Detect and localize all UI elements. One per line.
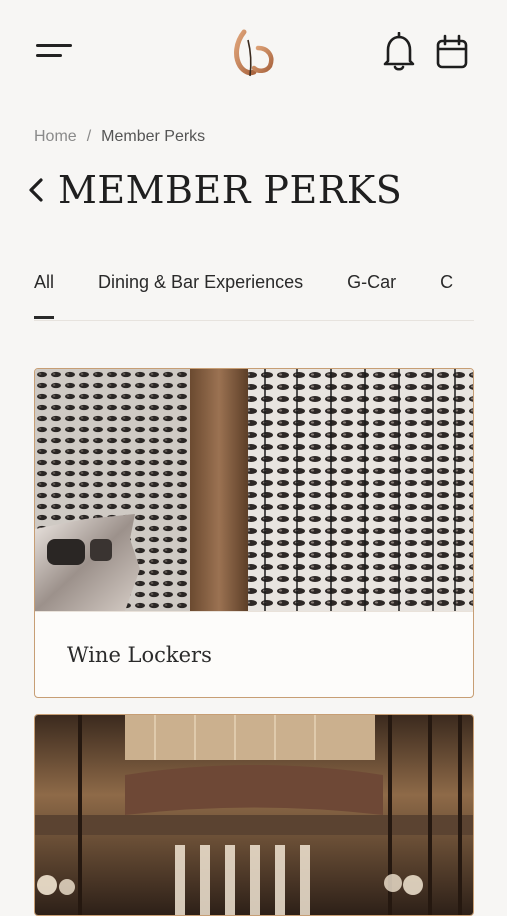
category-tabs: All Dining & Bar Experiences G-Car C bbox=[34, 258, 474, 321]
tab-next[interactable]: C bbox=[440, 258, 453, 316]
brand-logo-icon[interactable] bbox=[228, 26, 278, 80]
bell-icon[interactable] bbox=[382, 32, 416, 72]
wine-lockers-image bbox=[35, 369, 473, 611]
breadcrumb-separator: / bbox=[86, 128, 92, 145]
card-title: Wine Lockers bbox=[67, 643, 212, 667]
card-label: Wine Lockers bbox=[35, 611, 473, 697]
breadcrumb-current: Member Perks bbox=[101, 128, 206, 145]
page-title: MEMBER PERKS bbox=[58, 168, 403, 212]
chevron-left-icon[interactable] bbox=[26, 175, 48, 205]
breadcrumb: Home / Member Perks bbox=[34, 128, 205, 146]
tab-all[interactable]: All bbox=[34, 258, 55, 319]
tab-dining-bar-experiences[interactable]: Dining & Bar Experiences bbox=[98, 258, 303, 316]
perk-card-second[interactable] bbox=[34, 714, 474, 916]
app-header bbox=[0, 0, 507, 110]
calendar-icon[interactable] bbox=[434, 34, 470, 70]
page-title-row: MEMBER PERKS bbox=[26, 160, 402, 220]
restaurant-interior-image bbox=[35, 715, 473, 915]
perk-card-wine-lockers[interactable]: Wine Lockers bbox=[34, 368, 474, 698]
tab-g-car[interactable]: G-Car bbox=[347, 258, 396, 316]
breadcrumb-home-link[interactable]: Home bbox=[34, 128, 77, 146]
hamburger-menu-icon[interactable] bbox=[36, 40, 76, 64]
tabs-scroll-fade bbox=[456, 258, 474, 320]
